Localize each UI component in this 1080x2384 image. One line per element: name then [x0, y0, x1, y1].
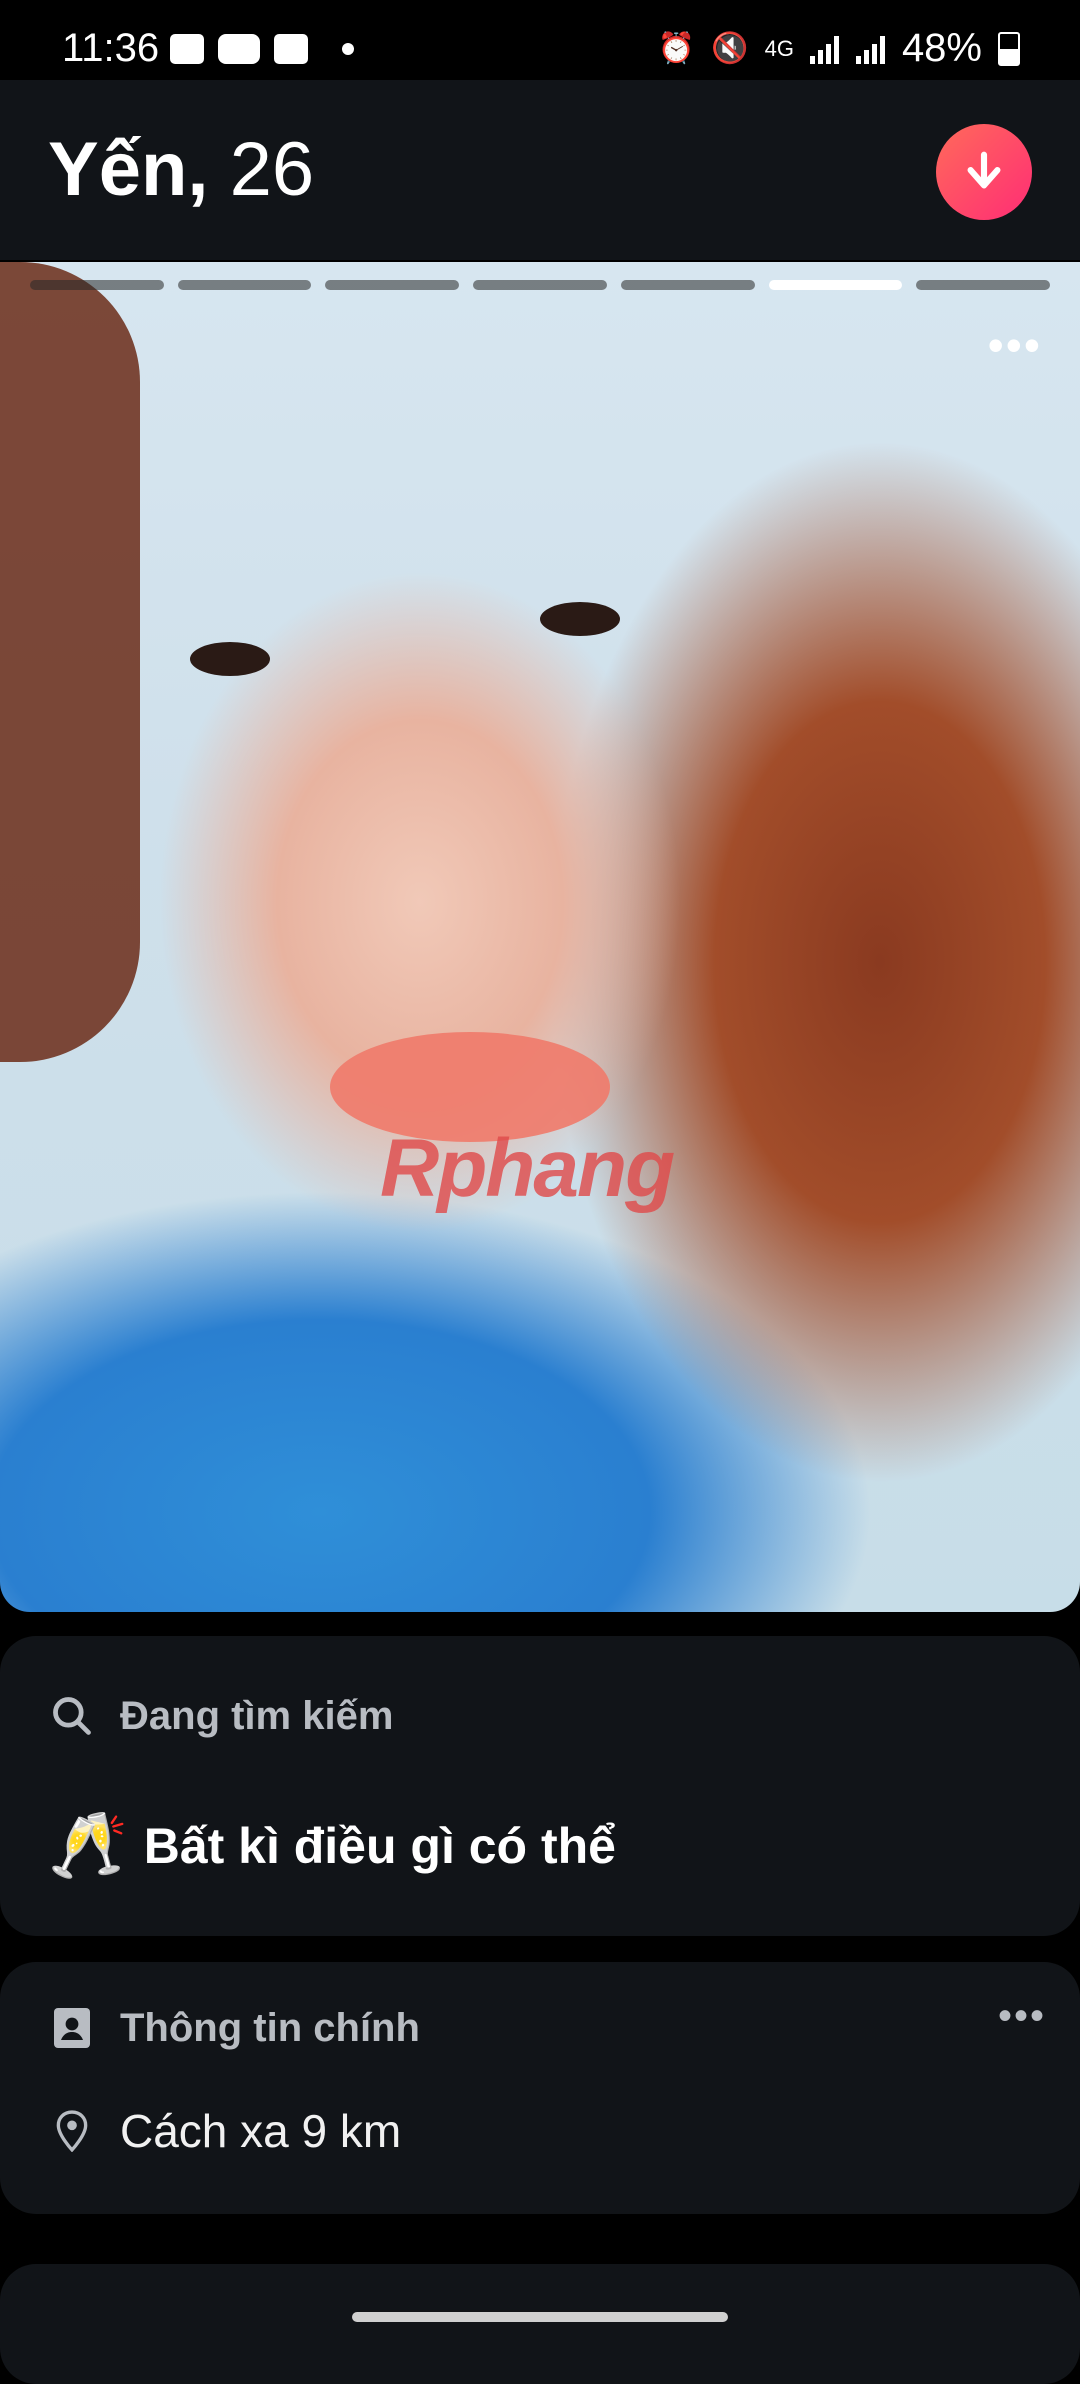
- basics-label: Thông tin chính: [120, 2005, 420, 2050]
- signal-icon: [809, 34, 840, 64]
- champagne-glasses-icon: 🥂: [48, 1809, 128, 1881]
- basics-header: Thông tin chính: [48, 2004, 420, 2052]
- status-system-icons: ⏰ 🔇 4G 48%: [658, 26, 1020, 71]
- location-pin-icon: [48, 2107, 96, 2155]
- looking-for-label: Đang tìm kiếm: [120, 1693, 394, 1738]
- battery-percent: 48%: [901, 26, 982, 70]
- photo-eye-right: [540, 602, 620, 636]
- photo-eye-left: [190, 642, 270, 676]
- home-indicator[interactable]: [352, 2312, 728, 2322]
- watermark-text: Rphang: [380, 1123, 675, 1214]
- gallery-icon: [170, 34, 204, 64]
- profile-header: Yến, 26: [0, 80, 1080, 260]
- photo-hair-shape: [0, 262, 140, 1062]
- alarm-icon: ⏰: [657, 32, 696, 65]
- status-bar: 11:36 ⏰ 🔇 4G 48%: [0, 0, 1080, 80]
- signal-2-icon: [855, 34, 886, 64]
- photo-progress-segment-active[interactable]: [768, 280, 903, 290]
- collapse-profile-button[interactable]: [936, 124, 1032, 220]
- search-icon: [48, 1692, 96, 1740]
- photo-progress-segment[interactable]: [325, 280, 460, 290]
- distance-row: Cách xa 9 km: [48, 2104, 401, 2158]
- photo-progress-segment[interactable]: [177, 280, 312, 290]
- photo-more-options-icon[interactable]: •••: [988, 322, 1042, 368]
- battery-icon: [998, 31, 1020, 66]
- more-notifications-dot-icon: [342, 43, 354, 55]
- profile-name: Yến,: [48, 127, 209, 212]
- photo-progress-segment[interactable]: [620, 280, 755, 290]
- photo-progress-segment[interactable]: [30, 280, 164, 290]
- looking-for-card: Đang tìm kiếm 🥂 Bất kì điều gì có thể: [0, 1636, 1080, 1936]
- network-type: 4G: [764, 35, 794, 61]
- basics-card: ••• Thông tin chính Cách xa 9 km: [0, 1962, 1080, 2214]
- looking-for-header: Đang tìm kiếm: [48, 1692, 393, 1740]
- looking-for-value: Bất kì điều gì có thể: [143, 1817, 616, 1874]
- distance-value: Cách xa 9 km: [120, 2105, 402, 2157]
- status-time: 11:36: [62, 26, 160, 70]
- photo-progress-segment[interactable]: [473, 280, 607, 290]
- youtube-icon: [218, 34, 260, 64]
- photo-progress-bar: [30, 280, 1051, 290]
- profile-name-age: Yến, 26: [48, 126, 314, 213]
- id-badge-icon: [48, 2004, 96, 2052]
- status-notification-icons: [170, 34, 354, 64]
- profile-photo[interactable]: ••• Rphang: [0, 262, 1080, 1612]
- basics-more-options-icon[interactable]: •••: [998, 1994, 1046, 2039]
- photo-progress-segment[interactable]: [916, 280, 1051, 290]
- arrow-down-icon: [967, 151, 1001, 189]
- mute-icon: 🔇: [711, 32, 749, 65]
- next-card-partial: [0, 2264, 1080, 2384]
- looking-for-value-row: 🥂 Bất kì điều gì có thể: [48, 1808, 616, 1883]
- profile-age: 26: [229, 127, 315, 212]
- bank-app-icon: [274, 34, 308, 64]
